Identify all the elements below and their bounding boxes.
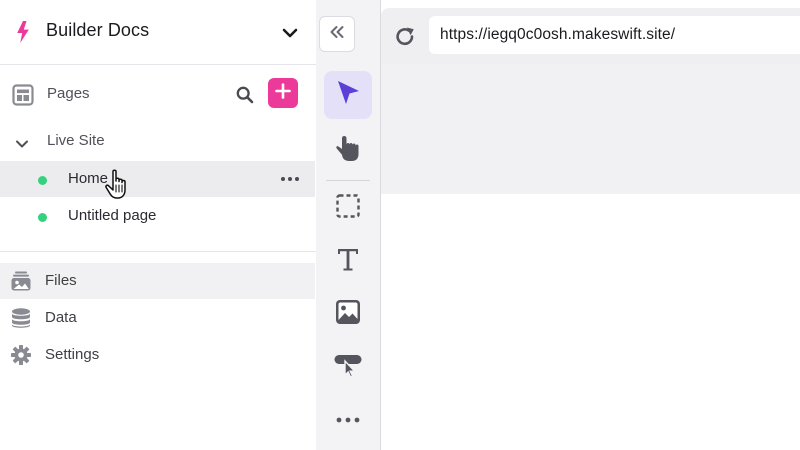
button-element-icon — [333, 352, 363, 383]
button-tool-button[interactable] — [324, 343, 372, 391]
nav-item-data[interactable]: Data — [0, 300, 315, 336]
nav-item-settings[interactable]: Settings — [0, 337, 315, 373]
text-icon — [336, 246, 360, 277]
dashed-square-icon — [335, 193, 361, 224]
divider — [0, 251, 316, 252]
more-horizontal-icon — [335, 411, 361, 429]
url-text: https://iegq0c0osh.makeswift.site/ — [440, 26, 676, 43]
nav-label: Settings — [45, 346, 100, 363]
address-bar: https://iegq0c0osh.makeswift.site/ — [381, 8, 800, 64]
arrow-pointer-icon — [335, 79, 361, 112]
page-item-untitled[interactable]: Untitled page — [0, 198, 315, 234]
gear-icon — [10, 344, 32, 371]
hand-tool-button[interactable] — [324, 126, 372, 174]
page-item-home[interactable]: Home — [0, 161, 315, 197]
live-site-folder[interactable]: Live Site — [0, 127, 316, 157]
nav-label: Data — [45, 309, 77, 326]
url-field[interactable]: https://iegq0c0osh.makeswift.site/ — [429, 16, 800, 54]
sidebar: Builder Docs Pages Live Site Home Untitl… — [0, 0, 317, 450]
page-canvas-header[interactable] — [381, 64, 800, 194]
makeswift-logo-icon — [16, 21, 30, 48]
site-title: Builder Docs — [46, 20, 150, 40]
search-icon[interactable] — [236, 86, 254, 109]
page-label: Untitled page — [68, 207, 157, 224]
more-tools-button[interactable] — [324, 396, 372, 444]
add-page-button[interactable] — [268, 78, 298, 108]
tool-divider — [326, 180, 370, 181]
chevron-down-icon[interactable] — [282, 26, 298, 44]
nav-label: Files — [45, 272, 77, 289]
tool-rail — [316, 0, 381, 450]
hand-pointer-icon — [335, 134, 361, 167]
live-site-label: Live Site — [47, 132, 105, 149]
published-status-dot — [38, 213, 47, 222]
select-tool-button[interactable] — [324, 71, 372, 119]
double-chevron-left-icon — [329, 25, 345, 44]
preview-pane: https://iegq0c0osh.makeswift.site/ — [381, 0, 800, 450]
page-canvas[interactable] — [381, 194, 800, 450]
refresh-icon[interactable] — [393, 25, 417, 54]
box-tool-button[interactable] — [324, 184, 372, 232]
image-icon — [335, 299, 361, 330]
more-options-icon[interactable] — [280, 171, 300, 192]
published-status-dot — [38, 176, 47, 185]
image-tool-button[interactable] — [324, 290, 372, 338]
text-tool-button[interactable] — [324, 237, 372, 285]
chevron-down-icon[interactable] — [15, 136, 29, 154]
nav-item-files[interactable]: Files — [0, 263, 315, 299]
page-label: Home — [68, 170, 109, 187]
site-switcher[interactable]: Builder Docs — [0, 0, 316, 65]
database-icon — [10, 307, 32, 334]
hand-cursor-icon — [104, 168, 132, 205]
files-icon — [10, 270, 32, 297]
pages-header: Pages — [0, 76, 316, 112]
pages-label: Pages — [47, 85, 90, 102]
pages-icon — [12, 84, 34, 111]
collapse-sidebar-button[interactable] — [319, 16, 355, 52]
plus-icon — [275, 82, 291, 104]
